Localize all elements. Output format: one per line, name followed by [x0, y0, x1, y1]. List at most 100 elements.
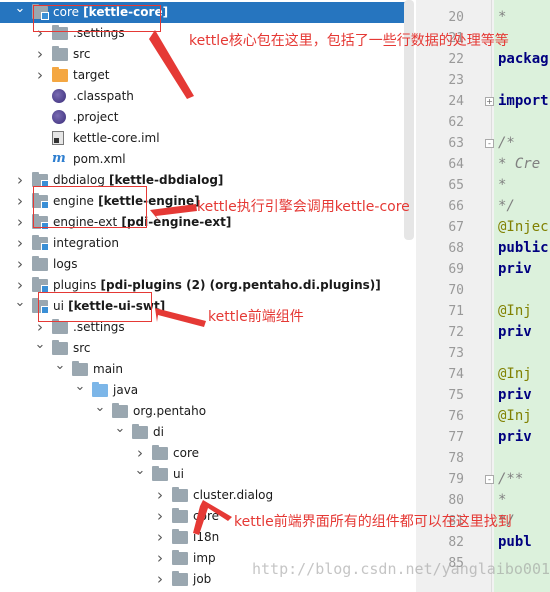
chevron-down-icon[interactable]: ⌄: [34, 338, 46, 359]
chevron-right-icon[interactable]: ›: [34, 44, 46, 65]
tree-row-label: di: [153, 422, 164, 443]
tree-row[interactable]: ⌄ ui: [0, 464, 410, 485]
tree-row[interactable]: › integration: [0, 233, 410, 254]
annotation-ui-components: kettle前端界面所有的组件都可以在这里找到: [234, 514, 512, 530]
chevron-down-icon[interactable]: ⌄: [94, 401, 106, 422]
tree-row[interactable]: ⌄ di: [0, 422, 410, 443]
tree-row[interactable]: › cluster.dialog: [0, 485, 410, 506]
tree-row-name: job: [193, 572, 212, 586]
tree-row-name: kettle-core.iml: [73, 131, 160, 145]
folder-icon: [52, 319, 68, 334]
chevron-down-icon[interactable]: ⌄: [54, 359, 66, 380]
line-number: 65: [448, 178, 464, 193]
chevron-right-icon[interactable]: ›: [134, 443, 146, 464]
tree-row-name: di: [153, 425, 164, 439]
line-number: 79: [448, 472, 464, 487]
package-icon: [172, 550, 188, 565]
line-number: 80: [448, 493, 464, 508]
chevron-right-icon[interactable]: ›: [154, 506, 166, 527]
code-line: * Cre: [498, 156, 541, 172]
tree-row[interactable]: .classpath: [0, 86, 410, 107]
chevron-right-icon[interactable]: ›: [154, 569, 166, 590]
chevron-right-icon[interactable]: ›: [14, 170, 26, 191]
excluded-folder-icon: [52, 67, 68, 82]
code-editor[interactable]: 20 21 22 23 24 62 63 64 65 66 67 68 69 70 71 72 73 74 75 76…: [416, 0, 550, 592]
line-number-gutter: 20 21 22 23 24 62 63 64 65 66 67 68 69 70 71 72 73 74 75 76…: [416, 0, 492, 592]
code-line: publ: [498, 534, 532, 550]
tree-row-label: job: [193, 569, 211, 590]
chevron-right-icon[interactable]: ›: [14, 275, 26, 296]
code-line: /*: [498, 135, 515, 151]
line-number: 69: [448, 262, 464, 277]
fold-toggle-icon[interactable]: -: [485, 475, 494, 484]
tree-row[interactable]: ⌄ src: [0, 338, 410, 359]
line-number: 74: [448, 367, 464, 382]
code-line: priv: [498, 387, 532, 403]
maven-icon: m: [52, 151, 66, 166]
tree-row[interactable]: .project: [0, 107, 410, 128]
tree-row-name: dbdialog: [53, 173, 105, 187]
annotation-ui: kettle前端组件: [208, 309, 304, 325]
chevron-right-icon[interactable]: ›: [14, 212, 26, 233]
code-line: /**: [498, 471, 524, 487]
tree-row-module-name: [pdi-plugins (2) (org.pentaho.di.plugins…: [96, 278, 381, 292]
tree-row[interactable]: kettle-core.iml: [0, 128, 410, 149]
folder-icon: [32, 256, 48, 271]
code-line: */: [498, 198, 515, 214]
tree-row[interactable]: › target: [0, 65, 410, 86]
code-line: *: [498, 177, 507, 193]
tree-row[interactable]: ⌄ java: [0, 380, 410, 401]
chevron-right-icon[interactable]: ›: [154, 485, 166, 506]
annotation-engine: kettle执行引擎会调用kettle-core: [197, 199, 410, 215]
tree-row-label: .classpath: [73, 86, 134, 107]
chevron-right-icon[interactable]: ›: [34, 65, 46, 86]
code-line: @Injec: [498, 219, 549, 235]
tree-row-label: .project: [73, 107, 118, 128]
tree-row[interactable]: › core: [0, 443, 410, 464]
chevron-down-icon[interactable]: ⌄: [14, 2, 26, 23]
line-number: 66: [448, 199, 464, 214]
folder-icon: [72, 361, 88, 376]
highlight-box-ui: [38, 292, 152, 322]
code-line: @Inj: [498, 366, 532, 382]
chevron-down-icon[interactable]: ⌄: [14, 296, 26, 317]
folder-icon: [52, 46, 68, 61]
code-line: packag: [498, 51, 549, 67]
tree-row-name: imp: [193, 551, 216, 565]
code-line: priv: [498, 324, 532, 340]
tree-row[interactable]: ⌄ main: [0, 359, 410, 380]
tree-row-name: integration: [53, 236, 119, 250]
code-line: *: [498, 492, 507, 508]
fold-toggle-icon[interactable]: -: [485, 139, 494, 148]
line-number: 24: [448, 94, 464, 109]
tree-row-label: logs: [53, 254, 78, 275]
tree-row-label: integration: [53, 233, 119, 254]
fold-toggle-icon[interactable]: +: [485, 97, 494, 106]
tree-row[interactable]: m pom.xml: [0, 149, 410, 170]
line-number: 22: [448, 52, 464, 67]
chevron-down-icon[interactable]: ⌄: [134, 464, 146, 485]
watermark: http://blog.csdn.net/yanglaibo0010: [252, 560, 550, 578]
iml-file-icon: [52, 131, 64, 145]
package-icon: [112, 403, 128, 418]
chevron-down-icon[interactable]: ⌄: [114, 422, 126, 443]
line-number: 23: [448, 73, 464, 88]
folder-icon: [52, 340, 68, 355]
tree-row[interactable]: › logs: [0, 254, 410, 275]
chevron-down-icon[interactable]: ⌄: [74, 380, 86, 401]
line-number: 73: [448, 346, 464, 361]
chevron-right-icon[interactable]: ›: [14, 191, 26, 212]
tree-row-name: .classpath: [73, 89, 134, 103]
chevron-right-icon[interactable]: ›: [14, 233, 26, 254]
tree-row-label: pom.xml: [73, 149, 126, 170]
chevron-right-icon[interactable]: ›: [14, 254, 26, 275]
chevron-right-icon[interactable]: ›: [154, 527, 166, 548]
tree-row-name: main: [93, 362, 123, 376]
tree-row[interactable]: ⌄ org.pentaho: [0, 401, 410, 422]
chevron-right-icon[interactable]: ›: [154, 548, 166, 569]
package-icon: [132, 424, 148, 439]
line-number: 68: [448, 241, 464, 256]
code-line: *: [498, 9, 507, 25]
line-number: 72: [448, 325, 464, 340]
line-number: 71: [448, 304, 464, 319]
